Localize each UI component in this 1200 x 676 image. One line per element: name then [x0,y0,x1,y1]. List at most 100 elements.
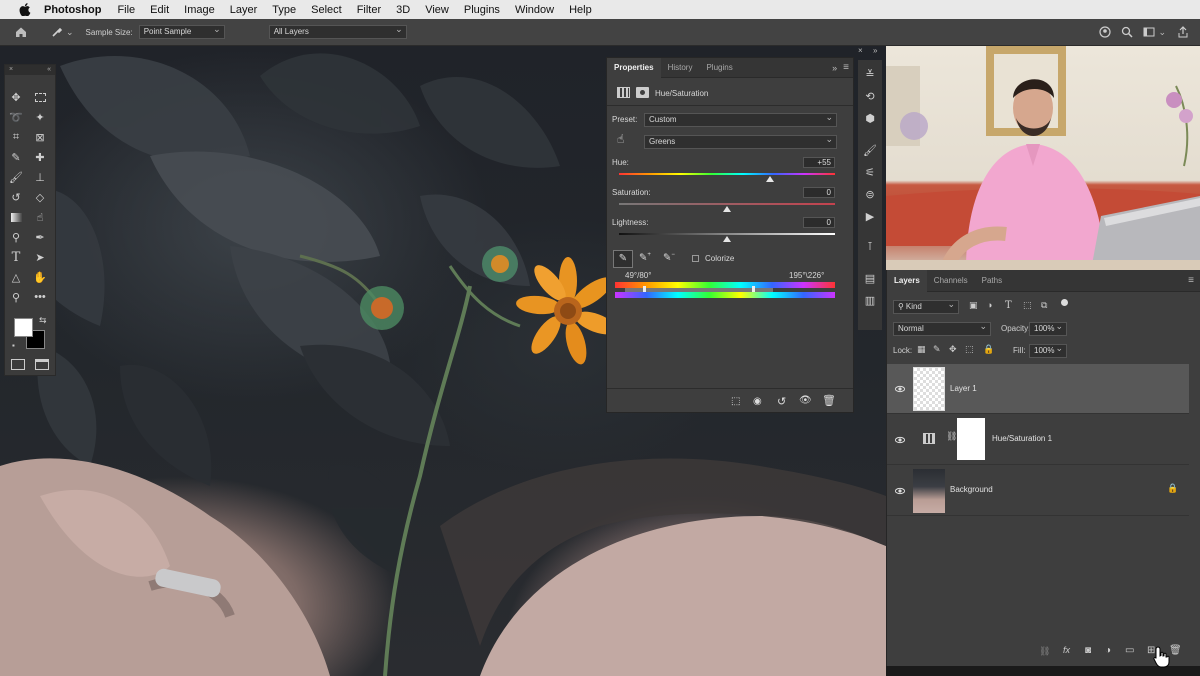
swap-colors-icon[interactable]: ⇆ [39,315,47,326]
layer-mask-thumbnail[interactable] [957,418,985,460]
clip-to-layer-icon[interactable]: ⬚ [731,396,740,407]
tab-paths[interactable]: Paths [975,271,1009,291]
lasso-tool-icon[interactable]: ➰ [8,109,24,125]
eye-icon[interactable] [895,435,905,445]
menu-layer[interactable]: Layer [230,4,258,16]
props-collapse-icon[interactable]: » [873,46,877,55]
opacity-input[interactable]: 100% [1029,320,1067,336]
chevron-down-icon[interactable]: ⌄ [66,27,74,38]
dodge-tool-icon[interactable]: ⚲ [8,229,24,245]
eyedropper-tool-icon[interactable]: ✎ [8,149,24,165]
menu-select[interactable]: Select [311,4,342,16]
hue-input[interactable]: +55 [803,157,835,168]
workspace-chevron-icon[interactable]: ⌄ [1158,27,1166,38]
clone-source-icon[interactable]: ⊜ [862,186,878,202]
brush-tool-icon[interactable]: 🖌 [8,169,24,185]
smudge-tool-icon[interactable]: ☝ [32,209,48,225]
link-layers-icon[interactable]: ⛓ [1039,646,1050,657]
actions-icon[interactable]: ▶ [862,208,878,224]
brushes-icon[interactable]: ⚟ [862,164,878,180]
filter-adjustment-icon[interactable]: ◑ [987,300,992,310]
layer-name[interactable]: Layer 1 [950,384,977,393]
hand-tool-icon[interactable]: ✋ [32,269,48,285]
saturation-slider-thumb[interactable] [723,206,731,212]
tab-history[interactable]: History [661,58,700,78]
layers-panel-menu-icon[interactable]: ≡ [1188,275,1194,286]
reset-icon[interactable]: ↺ [777,395,786,408]
clone-stamp-tool-icon[interactable]: ⊥ [32,169,48,185]
view-previous-icon[interactable]: ◉ [753,396,762,407]
filter-type-icon[interactable]: T [1005,300,1012,311]
crop-tool-icon[interactable]: ⌗ [8,129,24,145]
menu-plugins[interactable]: Plugins [464,4,500,16]
sample-size-select[interactable]: Point Sample [138,23,225,39]
apple-logo-icon[interactable] [16,3,34,16]
menu-type[interactable]: Type [272,4,296,16]
filter-toggle-icon[interactable] [1061,299,1068,306]
screen-mode-icon[interactable] [35,359,49,370]
layer-row-layer-1[interactable]: Layer 1 [887,364,1189,414]
menu-file[interactable]: File [117,4,135,16]
add-mask-icon[interactable]: ◙ [1085,645,1091,656]
menu-image[interactable]: Image [184,4,215,16]
chain-link-icon[interactable]: ⛓ [946,431,957,442]
plugins-icon[interactable]: ⬢ [862,110,878,126]
filter-smart-object-icon[interactable]: ⧉ [1041,300,1047,311]
lock-position-icon[interactable]: ✥ [949,344,957,355]
lock-artboard-icon[interactable]: ⬚ [965,344,974,355]
fill-input[interactable]: 100% [1029,342,1067,358]
zoom-tool-icon[interactable]: ⚲ [8,289,24,305]
color-range-bar-bottom[interactable] [615,292,835,298]
gradient-tool-icon[interactable] [8,209,24,225]
eraser-tool-icon[interactable]: ◇ [32,189,48,205]
saturation-input[interactable]: 0 [803,187,835,198]
layer-style-fx-icon[interactable]: fx [1063,645,1070,655]
range-handle-left[interactable] [643,286,646,292]
menu-view[interactable]: View [425,4,449,16]
colorize-checkbox[interactable] [692,255,699,262]
preset-select[interactable]: Custom [644,111,837,127]
props-close-icon[interactable]: × [858,46,863,55]
marquee-tool-icon[interactable] [32,89,48,105]
eyedropper-subtract-icon[interactable]: ✎− [663,252,675,263]
sample-layers-select[interactable]: All Layers [268,23,407,39]
shape-tool-icon[interactable]: △ [8,269,24,285]
new-group-icon[interactable]: ▭ [1125,645,1134,656]
lock-transparency-icon[interactable]: ▦ [917,344,926,355]
range-handle-right[interactable] [752,286,755,292]
more-tools-icon[interactable]: ••• [32,289,48,305]
filter-kind-select[interactable]: ⚲ Kind [893,298,959,314]
visibility-icon[interactable]: 👁 [799,395,812,406]
glyphs-icon[interactable]: ▤ [862,270,878,286]
close-panel-icon[interactable]: × [9,65,13,75]
collapse-panel-icon[interactable]: « [47,65,51,75]
share-export-icon[interactable] [1174,23,1192,41]
saturation-slider-track[interactable] [619,203,835,205]
foreground-color-swatch[interactable] [14,318,33,337]
hue-slider-track[interactable] [619,173,835,175]
quick-mask-icon[interactable] [11,359,25,370]
lightness-slider-thumb[interactable] [723,236,731,242]
type-tool-icon[interactable]: T [8,249,24,265]
eye-icon[interactable] [895,384,905,394]
menu-filter[interactable]: Filter [357,4,381,16]
history-icon[interactable]: ⟲ [862,88,878,104]
filter-pixel-icon[interactable]: ▣ [969,300,978,311]
healing-brush-tool-icon[interactable]: ✚ [32,149,48,165]
adjustment-layer-icon[interactable] [617,87,630,98]
layer-name[interactable]: Hue/Saturation 1 [992,434,1052,443]
menu-3d[interactable]: 3D [396,4,410,16]
frame-tool-icon[interactable]: ⊠ [32,129,48,145]
lock-all-icon[interactable]: 🔒 [983,344,994,355]
default-colors-icon[interactable]: ▪ [12,341,15,350]
hue-slider-thumb[interactable] [766,176,775,182]
workspace-icon[interactable] [1140,23,1158,41]
eyedropper-sample-icon[interactable]: ✎ [613,250,633,268]
layer-row-hue-saturation-1[interactable]: ⛓ Hue/Saturation 1 [887,415,1189,465]
panel-menu-icon[interactable]: ≡ [843,62,849,73]
app-name[interactable]: Photoshop [44,4,101,16]
notes-icon[interactable]: ▥ [862,292,878,308]
eyedropper-add-icon[interactable]: ✎+ [639,252,651,263]
channel-select[interactable]: Greens [644,133,837,149]
blend-mode-select[interactable]: Normal [893,320,991,336]
